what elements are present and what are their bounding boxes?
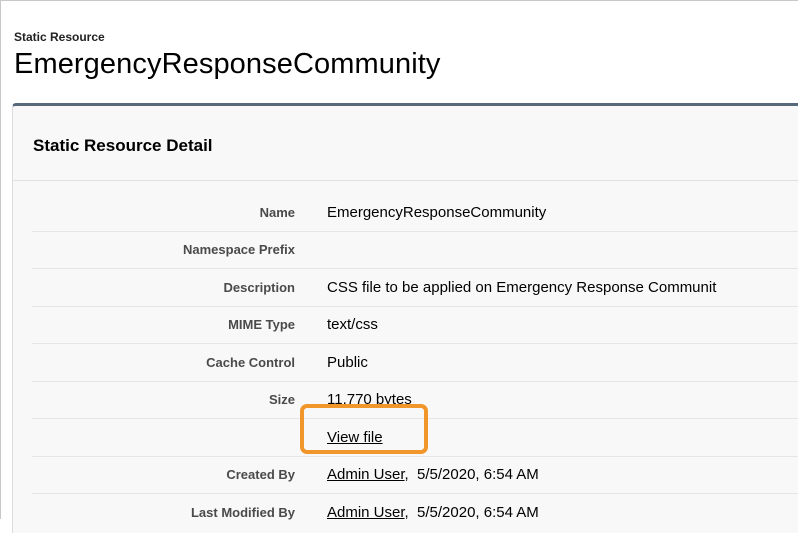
detail-row-size: Size 11,770 bytes: [32, 381, 798, 419]
field-value-namespace-prefix: [327, 231, 798, 269]
detail-row-cache-control: Cache Control Public: [32, 343, 798, 382]
detail-row-view-file: View file: [32, 418, 798, 457]
detail-row-name: Name EmergencyResponseCommunity: [32, 194, 798, 232]
entity-type-label: Static Resource: [14, 30, 105, 44]
created-by-user-link[interactable]: Admin User: [327, 466, 405, 483]
field-value-created-by: Admin User, 5/5/2020, 6:54 AM: [327, 456, 798, 494]
view-file-link[interactable]: View file: [327, 429, 383, 446]
detail-row-namespace-prefix: Namespace Prefix: [32, 231, 798, 269]
detail-row-mime-type: MIME Type text/css: [32, 306, 798, 344]
field-label-size: Size: [32, 381, 327, 419]
field-label-mime-type: MIME Type: [32, 306, 327, 344]
field-label-last-modified-by: Last Modified By: [190, 504, 295, 520]
field-label-name: Name: [32, 194, 327, 232]
field-label-view-file: [32, 418, 327, 457]
field-label-created-by: Created By: [32, 456, 327, 494]
field-label-cache-control: Cache Control: [32, 343, 327, 382]
field-label-description: Description: [32, 268, 327, 307]
field-value-cache-control: Public: [327, 343, 798, 382]
page-header: Static Resource EmergencyResponseCommuni…: [14, 30, 441, 81]
page-title: EmergencyResponseCommunity: [14, 48, 441, 80]
detail-table: Name EmergencyResponseCommunity Namespac…: [32, 194, 798, 531]
detail-row-last-modified-by: Last Modified By Admin User, 5/5/2020, 6…: [32, 494, 798, 531]
detail-row-description: Description CSS file to be applied on Em…: [32, 268, 798, 307]
field-label-namespace-prefix: Namespace Prefix: [32, 231, 327, 269]
last-modified-date: , 5/5/2020, 6:54 AM: [404, 503, 539, 521]
field-value-last-modified-by: Admin User, 5/5/2020, 6:54 AM: [327, 494, 798, 531]
view-file-cell: View file: [327, 418, 798, 457]
field-value-description: CSS file to be applied on Emergency Resp…: [327, 268, 798, 307]
panel-divider: [13, 180, 798, 181]
field-value-mime-type: text/css: [327, 306, 798, 344]
panel-title: Static Resource Detail: [33, 136, 213, 155]
detail-row-created-by: Created By Admin User, 5/5/2020, 6:54 AM: [32, 456, 798, 494]
field-value-size: 11,770 bytes: [327, 381, 798, 419]
field-value-name: EmergencyResponseCommunity: [327, 194, 798, 232]
last-modified-by-user-link[interactable]: Admin User: [327, 504, 405, 521]
created-date: , 5/5/2020, 6:54 AM: [404, 466, 539, 484]
